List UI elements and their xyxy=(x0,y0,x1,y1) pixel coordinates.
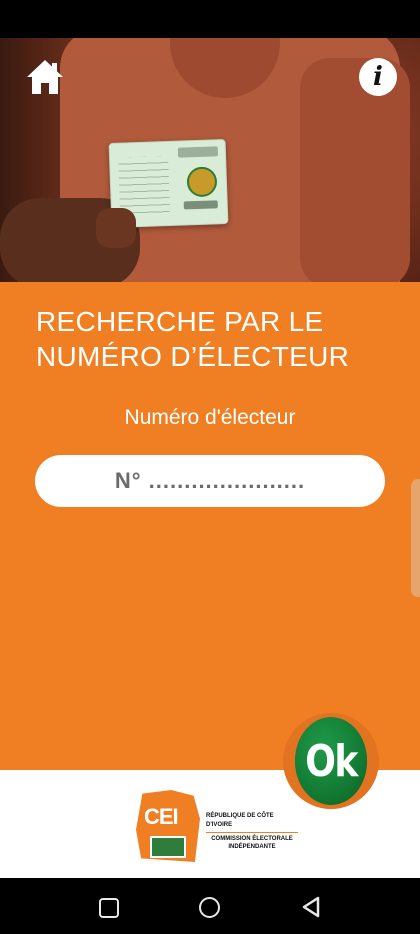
title-line-1: RECHERCHE PAR LE xyxy=(36,306,324,337)
ok-button[interactable]: Ok xyxy=(283,713,379,809)
cei-logo: CEI RÉPUBLIQUE DE CÔTE D'IVOIRE COMMISSI… xyxy=(136,790,298,862)
home-circle-icon[interactable] xyxy=(199,897,220,918)
home-icon[interactable] xyxy=(25,57,65,97)
logo-commission: COMMISSION ÉLECTORALE INDÉPENDANTE xyxy=(211,836,293,850)
side-drawer-handle[interactable] xyxy=(411,479,420,597)
android-nav-bar xyxy=(0,878,420,934)
logo-country: RÉPUBLIQUE DE CÔTE D'IVOIRE xyxy=(206,813,274,828)
recent-apps-icon[interactable] xyxy=(99,898,119,918)
back-icon[interactable] xyxy=(300,895,322,918)
voter-number-label: Numéro d'électeur xyxy=(124,406,296,429)
ok-label: Ok xyxy=(305,735,358,787)
info-icon[interactable]: i xyxy=(359,58,397,96)
status-bar xyxy=(0,0,420,38)
title-line-2: NUMÉRO D’ÉLECTEUR xyxy=(36,341,350,372)
page-title: RECHERCHE PAR LE NUMÉRO D’ÉLECTEUR xyxy=(36,304,396,374)
search-panel: RECHERCHE PAR LE NUMÉRO D’ÉLECTEUR Numér… xyxy=(0,282,420,770)
voter-number-input[interactable] xyxy=(35,455,385,507)
logo-abbreviation: CEI xyxy=(144,804,179,829)
info-glyph: i xyxy=(373,62,383,92)
ballot-box-icon xyxy=(150,836,186,858)
